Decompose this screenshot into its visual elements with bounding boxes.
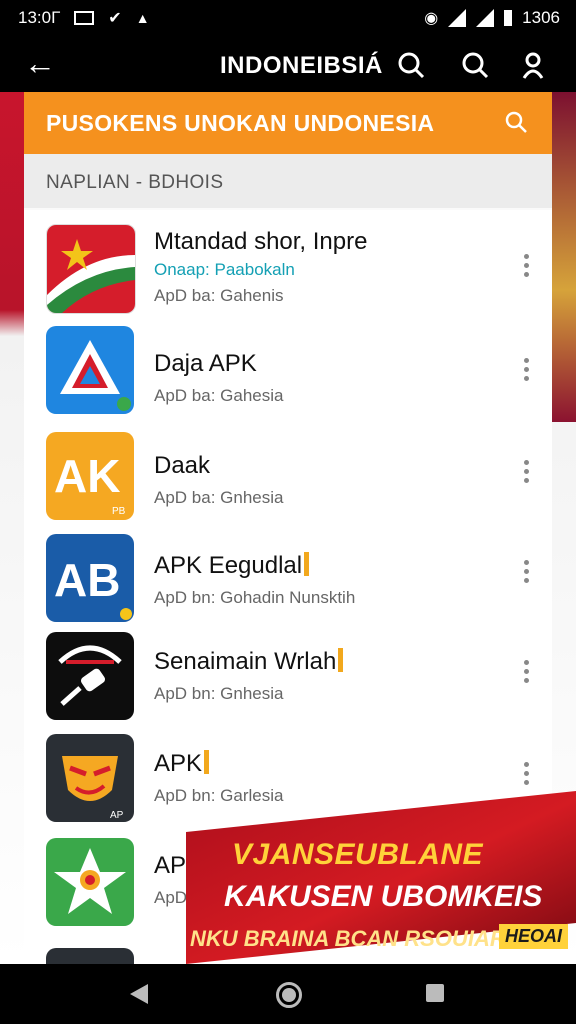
mail-icon xyxy=(74,11,95,25)
nav-back-icon[interactable] xyxy=(130,984,148,1004)
promo-banner[interactable]: VJANSEUBLANE KAKUSEN UBOMKEIS NKU BRAINA… xyxy=(186,791,576,964)
more-options-icon[interactable] xyxy=(524,358,530,385)
app-name: Senaimain Wrlah xyxy=(154,648,344,676)
list-item[interactable]: AK PB Daak ApD ba: Gnhesia xyxy=(24,424,552,529)
app-developer: ApD bn: Gnhesia xyxy=(154,684,284,703)
app-name: Daak xyxy=(154,452,211,479)
search-icon-2[interactable] xyxy=(460,50,490,80)
app-developer: ApD bn: Garlesia xyxy=(154,786,284,805)
search-icon[interactable] xyxy=(396,50,426,80)
signal-icon xyxy=(448,9,467,27)
svg-text:AK: AK xyxy=(54,450,120,502)
svg-text:PB: PB xyxy=(112,506,126,517)
app-developer: ApD ba: Gahenis xyxy=(154,286,284,305)
app-bar: ← INDONEIBSIÁ xyxy=(0,36,576,92)
app-name: APK xyxy=(154,750,210,778)
signal-icon-2 xyxy=(476,9,495,27)
navigation-bar xyxy=(0,964,576,1024)
app-bar-title: INDONEIBSIÁ xyxy=(220,52,383,79)
search-banner[interactable]: PUSOKENS UNOKAN UNDONESIA xyxy=(24,92,552,154)
app-subtitle[interactable]: Onaap: Paabokaln xyxy=(154,260,295,280)
check-icon: ✔ xyxy=(108,10,122,27)
promo-line-3: NKU BRAINA BCAN RSOUIAR! xyxy=(190,926,514,951)
flag-star-app-icon xyxy=(46,224,136,314)
shield-face-app-icon: AP xyxy=(46,734,134,822)
promo-line-2: KAKUSEN UBOMKEIS xyxy=(224,880,543,913)
app-developer: ApD ba: Gnhesia xyxy=(154,488,284,507)
app-developer: ApD bn: Gohadin Nunsktih xyxy=(154,588,356,607)
star-emblem-app-icon xyxy=(46,838,134,926)
list-item[interactable]: AB APK Eegudlal ApD bn: Gohadin Nunsktih xyxy=(24,528,552,627)
ak-app-icon: AK PB xyxy=(46,432,134,520)
more-options-icon[interactable] xyxy=(524,560,530,587)
triangle-a-app-icon xyxy=(46,326,134,414)
back-arrow-icon[interactable]: ← xyxy=(24,46,56,80)
app-developer: ApD ba: Gahesia xyxy=(154,386,284,405)
more-options-icon[interactable] xyxy=(524,762,530,789)
nav-home-icon[interactable] xyxy=(276,982,302,1008)
battery-level: 1306 xyxy=(522,8,560,27)
section-header: NAPLIAN - BDHOIS xyxy=(24,154,552,208)
battery-icon xyxy=(504,10,513,26)
status-bar: 13:0Г ✔ ▲ ◉ 1306 xyxy=(0,0,576,36)
more-options-icon[interactable] xyxy=(524,254,530,281)
search-banner-text: PUSOKENS UNOKAN UNDONESIA xyxy=(46,110,435,136)
app-name: Daja APK xyxy=(154,350,257,377)
status-time: 13:0Г xyxy=(18,8,61,27)
app-icon-partial xyxy=(46,948,134,964)
app-developer: ApD xyxy=(154,888,188,907)
account-icon[interactable] xyxy=(518,50,548,80)
section-header-text: NAPLIAN - BDHOIS xyxy=(46,172,224,193)
key-app-icon xyxy=(46,632,134,720)
promo-tag[interactable]: HEOAI xyxy=(498,924,568,949)
svg-text:AP: AP xyxy=(110,810,124,821)
app-name: APK Eegudlal xyxy=(154,552,310,580)
alert-icon: ▲ xyxy=(135,10,150,26)
promo-line-1: VJANSEUBLANE xyxy=(232,838,484,871)
more-options-icon[interactable] xyxy=(524,460,530,487)
list-item[interactable]: Daja APK ApD ba: Gahesia xyxy=(24,316,552,425)
nav-recents-icon[interactable] xyxy=(426,984,444,1002)
wifi-icon: ◉ xyxy=(424,10,439,27)
search-icon[interactable] xyxy=(504,110,528,134)
svg-text:AB: AB xyxy=(54,554,120,606)
list-item[interactable]: Senaimain Wrlah ApD bn: Gnhesia xyxy=(24,626,552,727)
ab-app-icon: AB xyxy=(46,534,134,622)
app-name: Mtandad shor, Inpre xyxy=(154,228,368,255)
more-options-icon[interactable] xyxy=(524,660,530,687)
